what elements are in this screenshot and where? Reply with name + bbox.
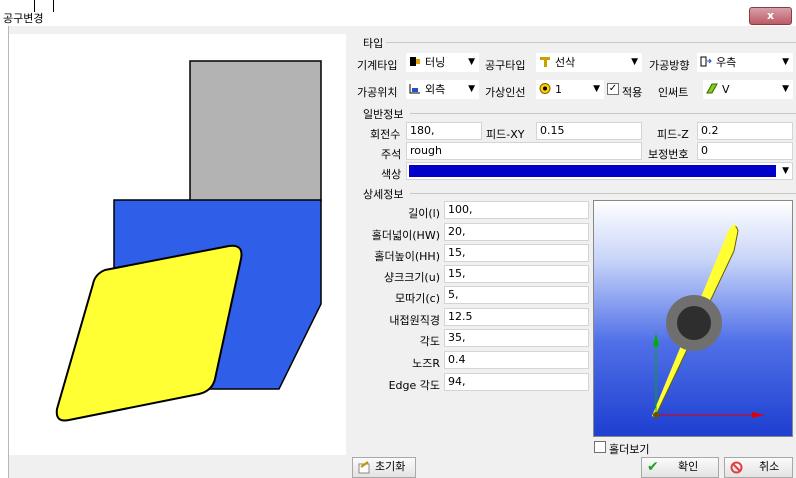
machining-direction-select[interactable]: 우측 ▼ [697,53,793,72]
holder-view-label: 홀더보기 [609,443,650,456]
detail-field-input[interactable]: 15, [444,244,589,262]
detail-field-label: 노즈R [412,357,440,370]
ok-label: 확인 [678,460,699,473]
detail-section-heading: 상세정보 [363,188,404,201]
rpm-label: 회전수 [370,128,401,141]
feed-z-field[interactable]: 0.2 [697,122,793,140]
insert-hole-inner [677,306,711,340]
right-direction-icon [700,55,712,67]
offset-no-label: 보정번호 [648,148,689,161]
detail-field-label: 샹크크기(u) [383,271,440,284]
detail-field-label: 길이(l) [408,207,440,220]
virtual-insert-label: 가상인선 [485,86,526,99]
feed-xy-field[interactable]: 0.15 [536,122,642,140]
ok-button[interactable]: ✔ 확인 [641,457,719,478]
cancel-label: 취소 [759,460,780,473]
detail-field-input[interactable]: 5, [444,286,589,304]
tool-type-select[interactable]: 선삭 ▼ [536,53,642,72]
detail-field-label: 내접원직경 [389,314,440,327]
machine-type-label: 기계타입 [357,59,398,72]
insert-select[interactable]: V ▼ [703,80,793,99]
detail-field-input[interactable]: 12.5 [444,308,589,326]
apply-checkbox[interactable]: ✓ [607,83,619,95]
reset-icon [358,461,371,478]
detail-field-label: 각도 [419,335,440,348]
color-swatch [409,165,776,177]
general-separator [410,113,796,114]
chevron-down-icon: ▼ [593,84,600,94]
detail-field-label: 홀더높이(HH) [374,250,440,263]
close-button[interactable]: x [749,7,792,25]
cancel-icon [730,461,743,478]
insert-icon [706,82,718,94]
detail-field-label: 홀더넓이(HW) [371,229,440,242]
detail-separator [410,193,796,194]
tool-preview [9,34,346,455]
general-section-heading: 일반정보 [363,108,404,121]
insert-value: V [722,83,730,96]
insert-3d-drawing [652,223,764,418]
detail-field-input[interactable]: 15, [444,265,589,283]
detail-field-input[interactable]: 94, [444,373,589,391]
detail-field-input[interactable]: 0.4 [444,351,589,369]
color-select[interactable]: ▼ [406,162,793,180]
machining-position-select[interactable]: 외측 ▼ [406,80,479,99]
insert-label: 인써트 [658,86,689,99]
machining-position-label: 가공위치 [357,86,398,99]
machining-direction-label: 가공방향 [649,59,690,72]
reset-button[interactable]: 초기화 [352,457,416,478]
check-icon: ✔ [647,459,659,475]
offset-no-field[interactable]: 0 [697,142,793,160]
insert-3d-preview [593,200,793,437]
feed-z-label: 피드-Z [657,128,689,141]
detail-field-input[interactable]: 35, [444,329,589,347]
chevron-down-icon: ▼ [468,84,475,94]
machining-direction-value: 우측 [716,56,737,69]
outer-position-icon [409,82,421,94]
detail-field-label: Edge 각도 [388,379,440,392]
origin-point [653,412,659,418]
color-label: 색상 [381,168,402,181]
comment-field[interactable]: rough [406,142,642,160]
tool-type-value: 선삭 [555,56,576,69]
chevron-down-icon: ▼ [782,84,789,94]
chevron-down-icon: ▼ [631,57,638,67]
tool-drawing [55,60,322,422]
reset-label: 초기화 [375,460,406,473]
apply-label: 적용 [622,86,643,99]
lathe-icon [409,55,421,66]
feed-xy-label: 피드-XY [486,128,525,141]
window-title: 공구변경 [3,12,44,25]
comment-label: 주석 [381,148,402,161]
rpm-field[interactable]: 180, [406,122,482,140]
machine-type-value: 터닝 [425,56,446,69]
holder-shank [189,60,322,202]
type-section-heading: 타입 [363,37,384,50]
machining-position-value: 외측 [425,83,446,96]
virtual-insert-icon [539,82,551,94]
machine-type-select[interactable]: 터닝 ▼ [406,53,479,72]
chevron-down-icon: ▼ [782,166,789,176]
tool-type-label: 공구타입 [485,59,526,72]
virtual-insert-value: 1 [555,83,562,96]
chevron-down-icon: ▼ [468,57,475,67]
cancel-button[interactable]: 취소 [724,457,793,478]
detail-field-input[interactable]: 20, [444,223,589,241]
insert-shape [55,244,243,422]
type-separator [386,42,796,43]
chevron-down-icon: ▼ [782,57,789,67]
turning-tool-icon [539,55,551,67]
detail-field-label: 모따기(c) [395,292,440,305]
detail-field-input[interactable]: 100, [444,201,589,219]
holder-view-checkbox[interactable] [594,441,606,453]
virtual-insert-select[interactable]: 1 ▼ [536,80,604,99]
